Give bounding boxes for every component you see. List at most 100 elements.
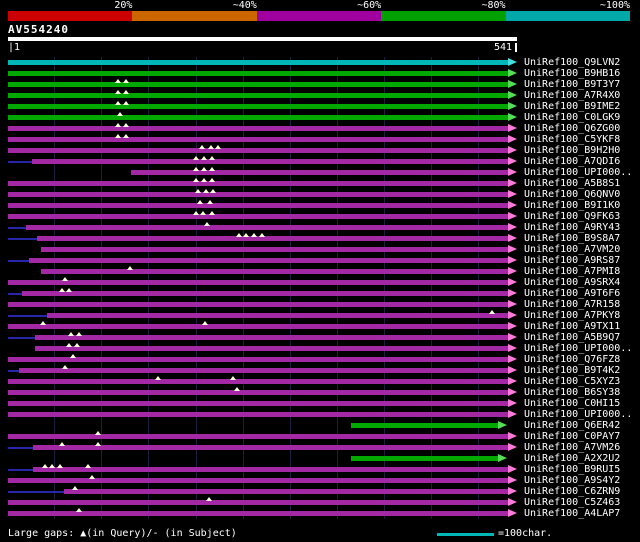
alignment-arrowhead-icon [508, 509, 517, 517]
hit-label[interactable]: UniRef100_A7R158 [524, 299, 620, 310]
hit-label[interactable]: UniRef100_A4LAP7 [524, 508, 620, 519]
hit-label[interactable]: UniRef100_A9S4Y2 [524, 475, 620, 486]
alignment-bar[interactable] [8, 324, 508, 329]
hit-label[interactable]: UniRef100_UPI000.. [524, 167, 632, 178]
alignment-bar[interactable] [351, 423, 498, 428]
alignment-bar[interactable] [8, 137, 508, 142]
hit-label[interactable]: UniRef100_A7PKY8 [524, 310, 620, 321]
alignment-bar[interactable] [8, 192, 508, 197]
hit-label[interactable]: UniRef100_A9RY43 [524, 222, 620, 233]
alignment-bar[interactable] [8, 401, 508, 406]
hit-label[interactable]: UniRef100_B9I1K0 [524, 200, 620, 211]
alignment-bar[interactable] [8, 93, 508, 98]
alignment-bar[interactable] [32, 467, 508, 472]
hit-label[interactable]: UniRef100_C5XYZ3 [524, 376, 620, 387]
alignment-bar[interactable] [8, 478, 508, 483]
alignment-bar[interactable] [130, 170, 508, 175]
alignment-bar[interactable] [8, 500, 508, 505]
hit-label[interactable]: UniRef100_B9H2H0 [524, 145, 620, 156]
alignment-bar[interactable] [8, 511, 508, 516]
hit-label[interactable]: UniRef100_B9RUI5 [524, 464, 620, 475]
alignment-bar[interactable] [8, 181, 508, 186]
alignment-bar[interactable] [351, 456, 498, 461]
gap-marker-icon [115, 123, 122, 127]
hit-label[interactable]: UniRef100_A2X2U2 [524, 453, 620, 464]
gap-marker-icon [62, 277, 69, 281]
hit-label[interactable]: UniRef100_UPI000.. [524, 343, 632, 354]
hit-label[interactable]: UniRef100_A7R4X0 [524, 90, 620, 101]
alignment-bar[interactable] [8, 302, 508, 307]
gap-marker-icon [192, 178, 199, 182]
alignment-bar[interactable] [8, 203, 508, 208]
alignment-arrowhead-icon [508, 223, 517, 231]
hit-label[interactable]: UniRef100_A5B9Q7 [524, 332, 620, 343]
alignment-bar[interactable] [35, 335, 508, 340]
hit-label[interactable]: UniRef100_C5YKF8 [524, 134, 620, 145]
alignment-bar[interactable] [46, 313, 508, 318]
alignment-row: UniRef100_A7R158 [0, 299, 640, 310]
alignment-bar[interactable] [32, 445, 508, 450]
alignment-bar[interactable] [35, 346, 508, 351]
alignment-bar[interactable] [8, 126, 508, 131]
hit-label[interactable]: UniRef100_B9IME2 [524, 101, 620, 112]
alignment-bar[interactable] [8, 148, 508, 153]
alignment-bar[interactable] [8, 82, 508, 87]
alignment-bar[interactable] [8, 71, 508, 76]
hit-label[interactable]: UniRef100_A7VM26 [524, 442, 620, 453]
hit-label[interactable]: UniRef100_A9SRX4 [524, 277, 620, 288]
hit-label[interactable]: UniRef100_C0LGK9 [524, 112, 620, 123]
alignment-bar[interactable] [8, 390, 508, 395]
alignment-bar[interactable] [8, 412, 508, 417]
gap-marker-icon [75, 508, 82, 512]
hit-label[interactable]: UniRef100_C6ZRN9 [524, 486, 620, 497]
hit-label[interactable]: UniRef100_Q6QNV0 [524, 189, 620, 200]
alignment-arrowhead-icon [508, 465, 517, 473]
hit-label[interactable]: UniRef100_Q9LVN2 [524, 57, 620, 68]
hit-label[interactable]: UniRef100_B6SY38 [524, 387, 620, 398]
alignment-bar[interactable] [8, 104, 508, 109]
hit-label[interactable]: UniRef100_B9T4K2 [524, 365, 620, 376]
hit-label[interactable]: UniRef100_A5B8S1 [524, 178, 620, 189]
hit-label[interactable]: UniRef100_A7QDI6 [524, 156, 620, 167]
alignment-bar[interactable] [8, 434, 508, 439]
gap-marker-icon [85, 464, 92, 468]
alignment-row: UniRef100_C5YKF8 [0, 134, 640, 145]
alignment-bar[interactable] [8, 379, 508, 384]
hit-label[interactable]: UniRef100_B9HB16 [524, 68, 620, 79]
hit-label[interactable]: UniRef100_Q9FK63 [524, 211, 620, 222]
alignment-bar[interactable] [28, 258, 508, 263]
hit-label[interactable]: UniRef100_A7VM20 [524, 244, 620, 255]
connector-line [8, 447, 33, 449]
alignment-bar[interactable] [22, 291, 508, 296]
alignment-bar[interactable] [8, 60, 508, 65]
gap-marker-icon [122, 134, 129, 138]
hit-label[interactable]: UniRef100_C0PAY7 [524, 431, 620, 442]
hit-label[interactable]: UniRef100_A7PMI8 [524, 266, 620, 277]
alignment-bar[interactable] [31, 159, 508, 164]
hit-label[interactable]: UniRef100_A9TX11 [524, 321, 620, 332]
alignment-bar[interactable] [8, 280, 508, 285]
hit-label[interactable]: UniRef100_C5Z463 [524, 497, 620, 508]
alignment-bar[interactable] [63, 489, 508, 494]
gap-marker-icon [208, 167, 215, 171]
hit-label[interactable]: UniRef100_Q76FZ8 [524, 354, 620, 365]
alignment-bar[interactable] [40, 269, 508, 274]
alignment-arrowhead-icon [508, 201, 517, 209]
gap-marker-icon [70, 354, 77, 358]
hit-label[interactable]: UniRef100_C0HI15 [524, 398, 620, 409]
alignment-bar[interactable] [40, 247, 508, 252]
alignment-bar[interactable] [25, 225, 508, 230]
hit-label[interactable]: UniRef100_Q6ZG00 [524, 123, 620, 134]
alignment-bar[interactable] [8, 115, 508, 120]
hit-label[interactable]: UniRef100_A9T6F6 [524, 288, 620, 299]
alignment-bar[interactable] [19, 368, 508, 373]
hit-label[interactable]: UniRef100_B9S8A7 [524, 233, 620, 244]
alignment-bar[interactable] [8, 214, 508, 219]
alignment-bar[interactable] [37, 236, 508, 241]
hit-label[interactable]: UniRef100_Q6ER42 [524, 420, 620, 431]
alignment-bar[interactable] [8, 357, 508, 362]
ruler-end-label: 541 [494, 42, 513, 53]
hit-label[interactable]: UniRef100_A9RS87 [524, 255, 620, 266]
hit-label[interactable]: UniRef100_B9T3Y7 [524, 79, 620, 90]
hit-label[interactable]: UniRef100_UPI000.. [524, 409, 632, 420]
